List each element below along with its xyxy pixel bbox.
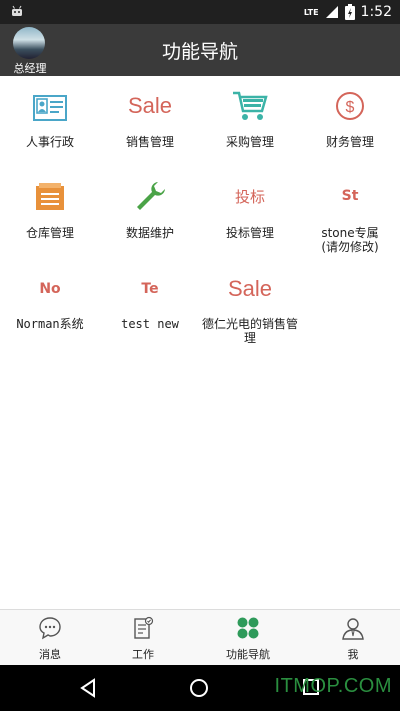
home-icon[interactable] — [189, 678, 209, 698]
status-bar: LTE 1:52 — [0, 0, 400, 24]
te-text-icon: Te — [141, 281, 159, 297]
module-data-maintenance[interactable]: 数据维护 — [100, 170, 200, 260]
module-label: 德仁光电的销售管理 — [202, 317, 299, 345]
android-icon — [12, 5, 22, 16]
app-header: 总经理 功能导航 — [0, 24, 400, 76]
tab-messages[interactable]: 消息 — [0, 610, 100, 666]
module-test-new[interactable]: Te test new — [100, 269, 200, 349]
tab-label: 工作 — [132, 648, 154, 661]
clock: 1:52 — [360, 4, 392, 20]
wrench-icon — [130, 176, 170, 216]
module-sales[interactable]: Sale 销售管理 — [100, 78, 200, 168]
four-dots-icon — [237, 617, 259, 639]
module-warehouse[interactable]: 仓库管理 — [0, 170, 100, 260]
module-finance[interactable]: $ 财务管理 — [300, 78, 400, 168]
module-label: 销售管理 — [125, 135, 174, 149]
module-label: 投标管理 — [225, 226, 274, 240]
module-label: 财务管理 — [325, 135, 374, 149]
module-label: Norman系统 — [16, 317, 84, 331]
network-type: LTE — [303, 7, 319, 17]
shopping-cart-icon — [230, 86, 270, 126]
chat-bubble-icon — [39, 617, 61, 640]
back-icon[interactable] — [78, 678, 98, 698]
sale-text-icon: Sale — [227, 276, 273, 301]
module-bidding[interactable]: 投标 投标管理 — [200, 170, 300, 260]
module-label: stone专属(请勿修改) — [321, 226, 379, 254]
module-label: test new — [121, 317, 179, 331]
tab-label: 消息 — [39, 648, 61, 661]
tab-function-nav[interactable]: 功能导航 — [198, 610, 298, 666]
module-stone[interactable]: St stone专属(请勿修改) — [300, 170, 400, 260]
clipboard-icon — [134, 616, 154, 639]
tab-work[interactable]: 工作 — [93, 610, 193, 666]
st-text-icon: St — [341, 188, 359, 204]
module-label: 人事行政 — [25, 135, 74, 149]
watermark: ITMOP.COM — [274, 675, 392, 697]
tab-me[interactable]: 我 — [303, 610, 400, 666]
tab-label: 我 — [347, 648, 359, 661]
module-label: 数据维护 — [125, 226, 174, 240]
sale-text-icon: Sale — [127, 93, 173, 118]
bottom-nav: 消息 工作 功能导航 我 — [0, 609, 400, 666]
svg-text:$: $ — [346, 99, 355, 116]
bid-text-icon: 投标 — [234, 187, 265, 206]
dollar-circle-icon: $ — [330, 86, 370, 126]
module-norman[interactable]: No Norman系统 — [0, 269, 100, 349]
module-deren-sales[interactable]: Sale 德仁光电的销售管理 — [200, 269, 300, 349]
page-title: 功能导航 — [161, 41, 238, 63]
id-card-icon — [30, 88, 70, 128]
signal-icon — [325, 6, 338, 18]
module-hr-admin[interactable]: 人事行政 — [0, 78, 100, 168]
module-purchase[interactable]: 采购管理 — [200, 78, 300, 168]
battery-icon — [344, 4, 355, 20]
module-label: 采购管理 — [225, 135, 274, 149]
no-text-icon: No — [39, 281, 61, 297]
person-icon — [342, 618, 364, 640]
tab-label: 功能导航 — [226, 648, 270, 661]
module-label: 仓库管理 — [25, 226, 74, 240]
warehouse-icon — [30, 176, 70, 216]
